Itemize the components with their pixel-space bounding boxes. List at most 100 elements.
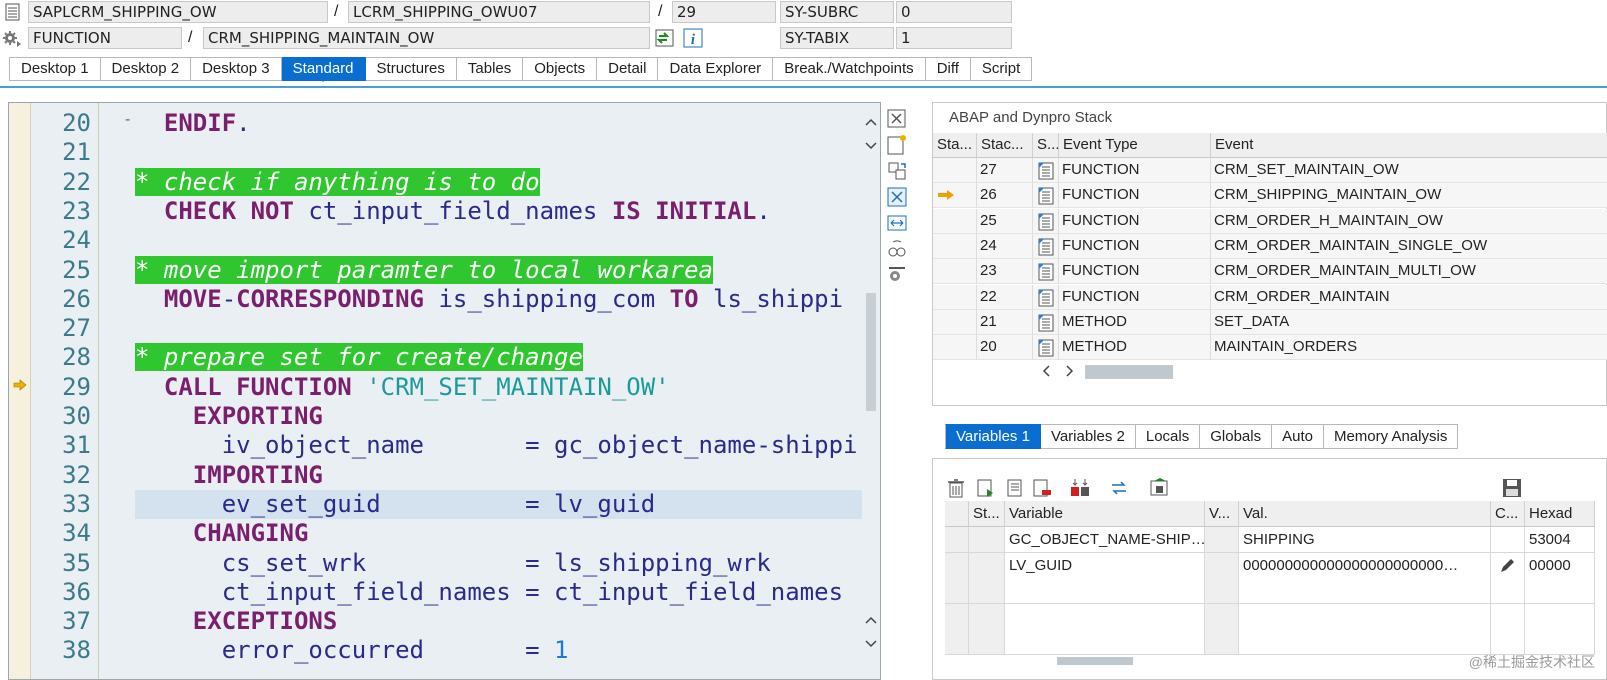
stack-status-cell[interactable] bbox=[933, 335, 977, 361]
variable-cell[interactable] bbox=[945, 629, 969, 655]
variable-cell[interactable] bbox=[1005, 578, 1205, 604]
variable-cell[interactable]: SHIPPING bbox=[1239, 527, 1491, 553]
variable-cell[interactable] bbox=[1491, 527, 1525, 553]
event-name-field[interactable]: CRM_SHIPPING_MAINTAIN_OW bbox=[203, 27, 650, 49]
stack-event-cell[interactable]: SET_DATA bbox=[1211, 309, 1607, 335]
scroll-up-icon[interactable] bbox=[865, 615, 877, 625]
line-field[interactable]: 29 bbox=[672, 1, 776, 23]
code-line[interactable]: 38 error_occurred = 1 bbox=[9, 636, 869, 665]
code-line[interactable]: 37 EXCEPTIONS bbox=[9, 607, 869, 636]
variable-cell[interactable] bbox=[1239, 603, 1491, 630]
variable-cell[interactable] bbox=[969, 629, 1005, 655]
variable-cell[interactable]: 53004 bbox=[1525, 527, 1595, 553]
stack-event-type-cell[interactable]: METHOD bbox=[1059, 309, 1211, 335]
stack-event-cell[interactable]: MAINTAIN_ORDERS bbox=[1211, 335, 1607, 361]
program-field[interactable]: SAPLCRM_SHIPPING_OW bbox=[28, 1, 328, 23]
variable-cell[interactable] bbox=[1205, 527, 1239, 553]
variable-column-header[interactable]: Val. bbox=[1239, 501, 1491, 527]
code-line[interactable]: 24 bbox=[9, 226, 869, 255]
tab-locals[interactable]: Locals bbox=[1135, 424, 1201, 449]
code-line[interactable]: 30 EXPORTING bbox=[9, 402, 869, 431]
h-scroll-thumb[interactable] bbox=[1057, 657, 1133, 665]
variable-cell[interactable] bbox=[1239, 629, 1491, 655]
h-scroll-thumb[interactable] bbox=[1085, 365, 1173, 379]
close-tool-icon[interactable] bbox=[886, 108, 908, 130]
stack-column-header[interactable]: S... bbox=[1033, 133, 1059, 158]
variable-column-header[interactable]: C... bbox=[1491, 501, 1525, 527]
stack-column-header[interactable]: Event bbox=[1211, 133, 1607, 158]
stack-level-cell[interactable]: 26 bbox=[977, 183, 1033, 209]
code-line[interactable]: 31 iv_object_name = gc_object_name-shipp… bbox=[9, 431, 869, 460]
stack-event-cell[interactable]: CRM_ORDER_H_MAINTAIN_OW bbox=[1211, 208, 1607, 234]
tab-memory-analysis[interactable]: Memory Analysis bbox=[1323, 424, 1459, 449]
sys-value-1[interactable]: 0 bbox=[896, 1, 1012, 23]
scroll-up-icon[interactable] bbox=[865, 117, 877, 127]
stack-event-type-cell[interactable]: FUNCTION bbox=[1059, 208, 1211, 234]
scroll-down-icon[interactable] bbox=[865, 639, 877, 649]
edit-pencil-icon[interactable] bbox=[1497, 557, 1517, 575]
stack-level-cell[interactable]: 25 bbox=[977, 208, 1033, 234]
variable-cell[interactable] bbox=[969, 578, 1005, 604]
stack-status-cell[interactable] bbox=[933, 309, 977, 335]
variable-cell[interactable] bbox=[1491, 578, 1525, 604]
remove-icon[interactable] bbox=[1031, 477, 1053, 499]
code-line[interactable]: 21 bbox=[9, 138, 869, 167]
stack-level-cell[interactable]: 21 bbox=[977, 309, 1033, 335]
variable-cell[interactable] bbox=[945, 527, 969, 553]
sys-field-2[interactable]: SY-TABIX bbox=[780, 27, 894, 49]
variable-column-header[interactable] bbox=[945, 501, 969, 527]
info-icon[interactable]: i bbox=[683, 28, 703, 48]
variable-cell[interactable] bbox=[1205, 603, 1239, 630]
tab-objects[interactable]: Objects bbox=[523, 57, 598, 81]
tab-tables[interactable]: Tables bbox=[456, 57, 524, 81]
code-line[interactable]: 26 MOVE-CORRESPONDING is_shipping_com TO… bbox=[9, 285, 869, 314]
stack-event-cell[interactable]: CRM_SET_MAINTAIN_OW bbox=[1211, 158, 1607, 183]
variable-cell[interactable] bbox=[1205, 578, 1239, 604]
code-line[interactable]: 27 bbox=[9, 314, 869, 343]
code-line[interactable]: 32 IMPORTING bbox=[9, 461, 869, 490]
scroll-right-icon[interactable] bbox=[1065, 365, 1075, 377]
variable-cell[interactable]: 000000000000000000000000… bbox=[1239, 552, 1491, 579]
variable-cell[interactable] bbox=[969, 527, 1005, 553]
tab-script[interactable]: Script bbox=[970, 57, 1033, 81]
variable-cell[interactable] bbox=[1205, 552, 1239, 579]
stack-status-cell[interactable] bbox=[933, 259, 977, 285]
variable-column-header[interactable]: Hexad bbox=[1525, 501, 1595, 527]
scroll-thumb[interactable] bbox=[866, 293, 876, 411]
variable-cell[interactable] bbox=[1491, 552, 1525, 579]
stack-column-header[interactable]: Sta... bbox=[933, 133, 977, 158]
stack-icon-cell[interactable] bbox=[1033, 259, 1059, 285]
display-source-icon[interactable] bbox=[655, 28, 675, 48]
stack-icon-cell[interactable] bbox=[1033, 284, 1059, 310]
stack-event-cell[interactable]: CRM_ORDER_MAINTAIN_SINGLE_OW bbox=[1211, 233, 1607, 259]
code-line[interactable]: 36 ct_input_field_names = ct_input_field… bbox=[9, 578, 869, 607]
stack-level-cell[interactable]: 23 bbox=[977, 259, 1033, 285]
stack-icon-cell[interactable] bbox=[1033, 233, 1059, 259]
stack-event-type-cell[interactable]: METHOD bbox=[1059, 335, 1211, 361]
variable-cell[interactable] bbox=[1239, 578, 1491, 604]
stack-status-cell[interactable] bbox=[933, 158, 977, 183]
stack-status-cell[interactable] bbox=[933, 233, 977, 259]
tab-detail[interactable]: Detail bbox=[597, 57, 659, 81]
variable-column-header[interactable]: Variable bbox=[1005, 501, 1205, 527]
variable-cell[interactable] bbox=[945, 552, 969, 579]
tab-variables-2[interactable]: Variables 2 bbox=[1040, 424, 1136, 449]
tab-desktop-3[interactable]: Desktop 3 bbox=[191, 57, 282, 81]
variable-cell[interactable]: LV_GUID bbox=[1005, 552, 1205, 579]
code-line[interactable]: 22 * check if anything is to do bbox=[9, 167, 869, 197]
variable-cell[interactable]: GC_OBJECT_NAME-SHIP… bbox=[1005, 527, 1205, 553]
code-line[interactable]: 33 ev_set_guid = lv_guid bbox=[9, 489, 869, 519]
stack-event-type-cell[interactable]: FUNCTION bbox=[1059, 183, 1211, 209]
stack-status-cell[interactable] bbox=[933, 208, 977, 234]
variable-cell[interactable] bbox=[1005, 603, 1205, 630]
scroll-left-icon[interactable] bbox=[1041, 365, 1051, 377]
sys-value-2[interactable]: 1 bbox=[896, 27, 1012, 49]
code-line[interactable]: 20 ENDIF. bbox=[9, 109, 869, 138]
code-line[interactable]: 23 CHECK NOT ct_input_field_names IS INI… bbox=[9, 197, 869, 226]
event-type-field[interactable]: FUNCTION bbox=[28, 27, 182, 49]
variable-cell[interactable] bbox=[1205, 629, 1239, 655]
tab-desktop-2[interactable]: Desktop 2 bbox=[100, 57, 192, 81]
save-icon[interactable] bbox=[1501, 477, 1523, 499]
variable-column-header[interactable]: V... bbox=[1205, 501, 1239, 527]
stack-event-type-cell[interactable]: FUNCTION bbox=[1059, 284, 1211, 310]
